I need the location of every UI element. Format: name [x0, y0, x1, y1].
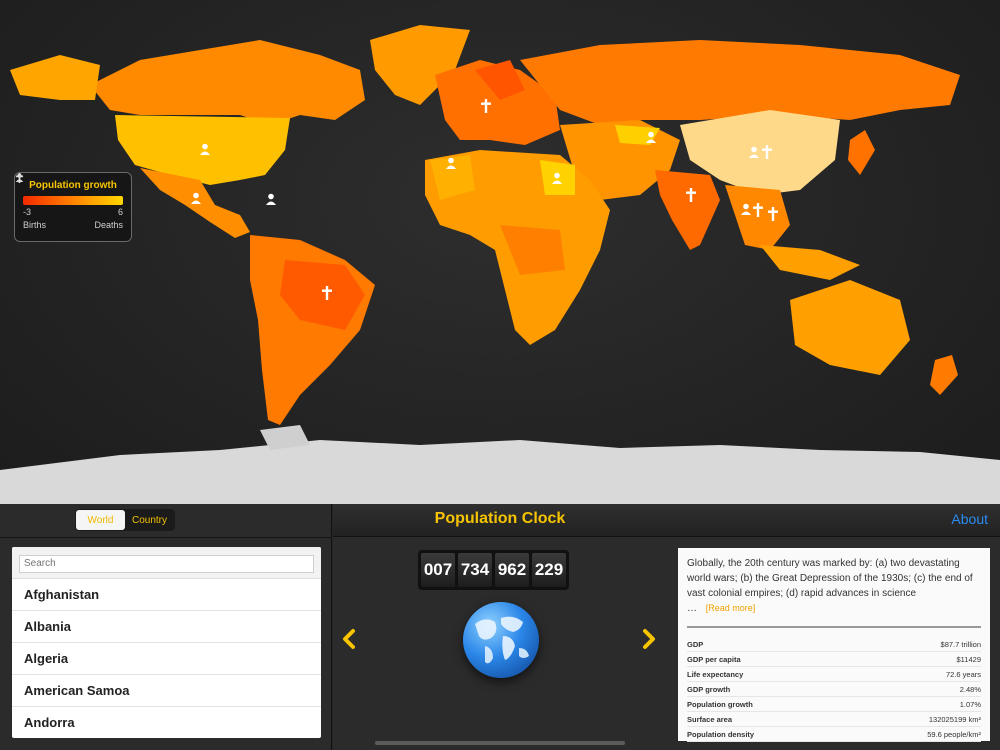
list-item[interactable]: Andorra — [12, 707, 321, 738]
birth-marker — [551, 172, 565, 186]
description-text: Globally, the 20th century was marked by… — [687, 558, 973, 599]
info-card: Globally, the 20th century was marked by… — [678, 548, 990, 742]
stat-value: $11429 — [956, 654, 981, 664]
list-item[interactable]: Albania — [12, 611, 321, 643]
about-button[interactable]: About — [951, 511, 988, 527]
stat-label: Population growth — [687, 699, 753, 709]
stat-label: Population density — [687, 729, 755, 739]
legend-range: -3 6 — [23, 207, 123, 217]
bottom-panel: World Country Afghanistan Albania Algeri… — [0, 504, 1000, 750]
death-marker — [761, 145, 775, 159]
birth-marker — [748, 146, 762, 160]
legend-title: Population growth — [29, 180, 117, 191]
stat-row: GDP $87.7 trillion — [687, 637, 981, 652]
list-item[interactable]: American Samoa — [12, 675, 321, 707]
counter-group: 007 — [421, 553, 455, 587]
death-marker — [480, 99, 494, 113]
list-item[interactable]: Afghanistan — [12, 579, 321, 611]
map-legend: Population growth -3 6 Births Deaths — [14, 172, 132, 242]
stat-row: Population growth 1.07% — [687, 697, 981, 712]
list-item[interactable]: Algeria — [12, 643, 321, 675]
legend-min: -3 — [23, 207, 32, 217]
stat-value: 132025199 km² — [928, 714, 981, 724]
stat-row: Surface area 132025199 km² — [687, 712, 981, 727]
stat-row: Population density 59.6 people/km² — [687, 727, 981, 742]
stat-value: 1.07% — [959, 699, 981, 709]
world-map[interactable]: Population growth -3 6 Births Deaths — [0, 0, 1000, 504]
globe-icon[interactable] — [463, 602, 539, 678]
stat-value: 72.6 years — [945, 669, 981, 679]
death-marker — [767, 207, 781, 221]
stat-label: GDP growth — [687, 684, 731, 694]
legend-keys: Births Deaths — [15, 173, 123, 230]
legend-color-scale — [23, 196, 123, 205]
death-marker — [685, 188, 699, 202]
stat-row: Life expectancy 72.6 years — [687, 667, 981, 682]
birth-marker — [190, 192, 204, 206]
death-marker — [321, 286, 335, 300]
ellipsis: … — [687, 603, 697, 614]
stat-label: GDP per capita — [687, 654, 741, 664]
counter-group: 734 — [458, 553, 492, 587]
scroll-indicator[interactable] — [375, 741, 625, 745]
legend-births: Births — [15, 173, 47, 230]
search-bar — [12, 547, 321, 579]
description: Globally, the 20th century was marked by… — [687, 556, 981, 616]
country-list-pane: World Country Afghanistan Albania Algeri… — [0, 504, 332, 750]
counter-group: 229 — [532, 553, 566, 587]
tab-country[interactable]: Country — [125, 510, 174, 530]
country-list: Afghanistan Albania Algeria American Sam… — [12, 547, 321, 738]
deaths-label: Deaths — [94, 220, 123, 230]
top-bar: Population Clock About — [333, 504, 1000, 537]
stat-label: Life expectancy — [687, 669, 744, 679]
stat-value: $87.7 trillion — [940, 639, 981, 649]
next-arrow-icon[interactable] — [640, 628, 658, 650]
death-marker — [752, 203, 766, 217]
clock-pane: 007 734 962 229 — [333, 504, 667, 750]
population-clock-app: Population growth -3 6 Births Deaths Wor… — [0, 0, 1000, 750]
search-input[interactable] — [19, 554, 314, 573]
stat-label: Surface area — [687, 714, 733, 724]
map-graphic — [0, 25, 1000, 504]
cross-icon — [15, 173, 24, 183]
stat-row: GDP per capita $11429 — [687, 652, 981, 667]
divider — [687, 626, 981, 628]
births-label: Births — [23, 220, 47, 230]
read-more-link[interactable]: [Read more] — [706, 603, 756, 613]
birth-marker — [265, 193, 279, 207]
scope-segmented-control: World Country — [75, 509, 175, 531]
birth-marker — [199, 143, 213, 157]
previous-arrow-icon[interactable] — [340, 628, 358, 650]
population-counter: 007 734 962 229 — [418, 550, 569, 590]
tab-world[interactable]: World — [76, 510, 125, 530]
page-title: Population Clock — [434, 510, 566, 527]
stat-label: GDP — [687, 639, 704, 649]
birth-marker — [645, 131, 659, 145]
counter-group: 962 — [495, 553, 529, 587]
info-pane: Globally, the 20th century was marked by… — [667, 537, 1000, 750]
stat-row: GDP growth 2.48% — [687, 682, 981, 697]
legend-deaths: Deaths — [15, 173, 123, 230]
stats-table: GDP $87.7 trillion GDP per capita $11429 L… — [687, 637, 981, 742]
birth-marker — [445, 157, 459, 171]
stat-value: 2.48% — [959, 684, 981, 694]
stat-value: 59.6 people/km² — [927, 729, 981, 739]
legend-max: 6 — [117, 207, 123, 217]
